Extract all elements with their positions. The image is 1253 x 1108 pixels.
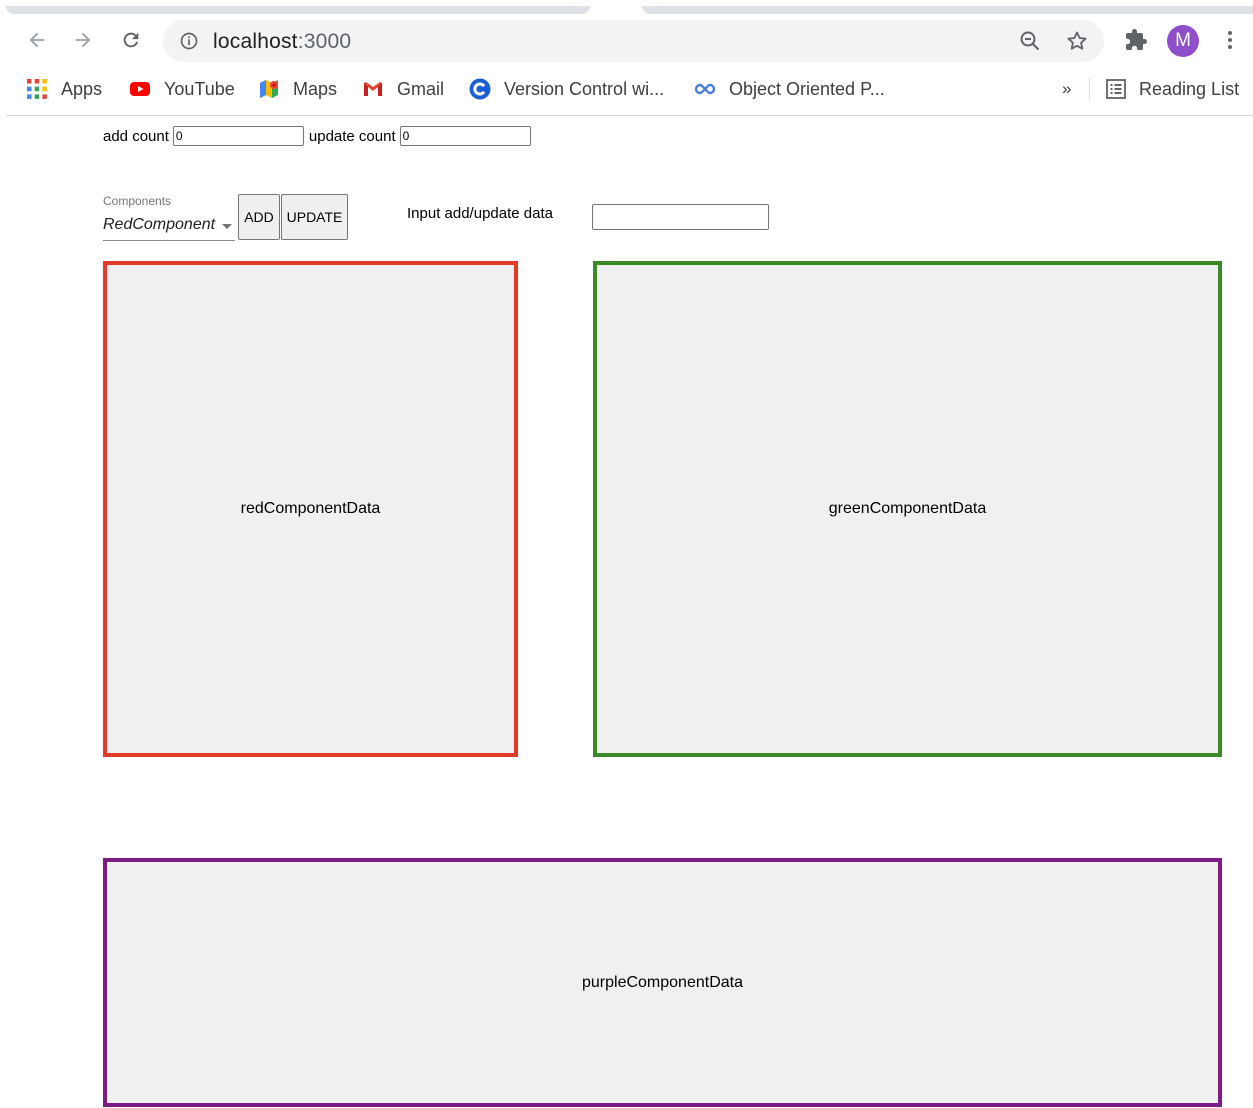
bookmark-maps[interactable]: Maps — [258, 78, 337, 100]
components-select-label: Components — [103, 194, 172, 208]
data-input[interactable] — [592, 204, 769, 230]
tab-strip — [0, 0, 1253, 16]
reload-button[interactable] — [115, 24, 147, 56]
counts-row: add count update count — [103, 125, 536, 147]
caret-down-icon — [222, 224, 232, 229]
apps-grid-icon — [27, 79, 47, 99]
reload-icon — [123, 32, 139, 48]
kebab-menu-icon[interactable] — [1218, 28, 1242, 52]
page-content: add count update count Components RedCom… — [0, 116, 1253, 1108]
zoom-out-icon[interactable] — [1018, 29, 1042, 53]
update-count-input[interactable] — [399, 126, 531, 146]
browser-toolbar: localhost:3000 — [0, 16, 1253, 68]
bookmark-label: Maps — [293, 78, 338, 99]
components-select[interactable]: Components RedComponent — [103, 194, 235, 242]
bookmarks-overflow-button[interactable]: » — [1062, 78, 1071, 100]
reading-list-icon — [1106, 79, 1126, 99]
bookmark-star-icon[interactable] — [1065, 29, 1089, 53]
arrow-left-icon — [29, 32, 45, 48]
gmail-icon — [364, 82, 382, 96]
bookmark-youtube[interactable]: YouTube — [129, 78, 235, 100]
arrow-right-icon — [75, 32, 91, 48]
select-underline — [103, 240, 235, 241]
bookmark-version-control[interactable]: Version Control wi... — [469, 78, 664, 100]
add-button[interactable]: ADD — [238, 194, 280, 240]
data-input-label: Input add/update data — [407, 205, 553, 222]
infinity-logo-icon — [694, 83, 716, 95]
tab-right[interactable] — [642, 6, 1253, 14]
url-text[interactable]: localhost:3000 — [213, 30, 351, 54]
bookmark-apps[interactable]: Apps — [26, 78, 102, 100]
update-button[interactable]: UPDATE — [281, 194, 348, 240]
bookmarks-bar: Apps YouTube Maps Gmail Version Control … — [0, 70, 1253, 108]
profile-avatar[interactable]: M — [1167, 25, 1199, 57]
maps-icon — [260, 80, 278, 98]
reading-list-label: Reading List — [1139, 78, 1240, 99]
youtube-icon — [130, 82, 150, 96]
bookmark-object-oriented[interactable]: Object Oriented P... — [694, 78, 885, 100]
c-logo-icon — [469, 78, 491, 100]
url-host: localhost — [213, 30, 298, 53]
bookmark-label: Apps — [61, 78, 103, 99]
add-count-label: add count — [103, 127, 169, 145]
bookmark-label: Object Oriented P... — [729, 78, 885, 99]
bookmark-label: Gmail — [397, 78, 445, 99]
red-component: redComponentData — [103, 261, 518, 757]
extensions-puzzle-icon[interactable] — [1124, 28, 1148, 52]
purple-component: purpleComponentData — [103, 858, 1222, 1107]
info-icon[interactable] — [179, 31, 199, 51]
reading-list-button[interactable]: Reading List — [1105, 78, 1239, 100]
url-port: :3000 — [297, 30, 352, 53]
address-bar[interactable]: localhost:3000 — [163, 20, 1104, 62]
components-select-value: RedComponent — [103, 216, 216, 233]
tab-left[interactable] — [6, 6, 590, 14]
bookmark-label: Version Control wi... — [504, 78, 665, 99]
bookmark-label: YouTube — [164, 78, 235, 99]
forward-button[interactable] — [67, 24, 99, 56]
bookmarks-divider — [1089, 78, 1090, 100]
red-component-text: redComponentData — [240, 500, 381, 517]
add-count-input[interactable] — [172, 126, 304, 146]
bookmark-gmail[interactable]: Gmail — [362, 78, 444, 100]
back-button[interactable] — [21, 24, 53, 56]
green-component-text: greenComponentData — [828, 500, 987, 517]
purple-component-text: purpleComponentData — [582, 973, 743, 991]
green-component: greenComponentData — [593, 261, 1222, 757]
update-count-label: update count — [308, 127, 396, 145]
